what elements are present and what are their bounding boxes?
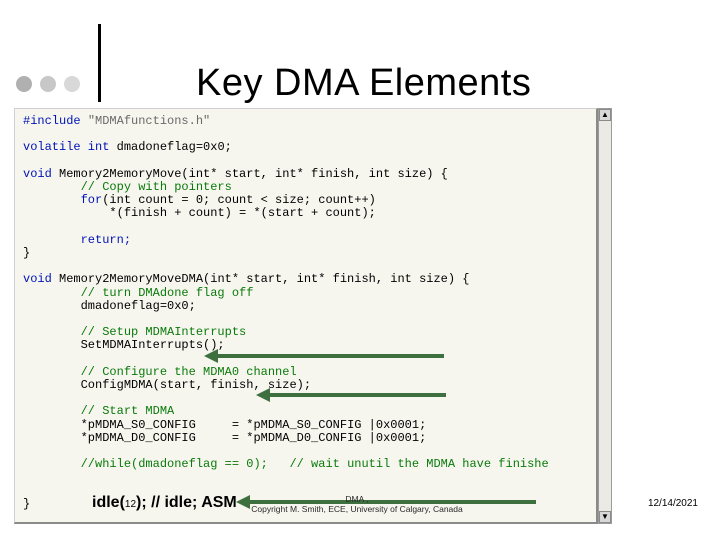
idle-num: 12 (125, 499, 136, 510)
fn2-l5a: *pMDMA_D0_CONFIG (81, 431, 196, 445)
footer-line1: DMA , (192, 494, 522, 504)
footer-line2: Copyright M. Smith, ECE, University of C… (192, 504, 522, 514)
footer-date: 12/14/2021 (648, 498, 698, 509)
comment: // Configure the MDMA0 channel (81, 365, 297, 379)
brace: } (23, 497, 30, 511)
fn2-l4a: *pMDMA_S0_CONFIG (81, 418, 196, 432)
kw-void: void (23, 272, 52, 286)
bullet-dot (64, 76, 80, 92)
comment: // wait unutil the MDMA have finishe (289, 457, 548, 471)
scroll-up-icon[interactable]: ▲ (599, 109, 611, 121)
fn1-body: *(finish + count) = *(start + count); (109, 206, 375, 220)
fn1-sig: Memory2MemoryMove(int* start, int* finis… (52, 167, 448, 181)
fn2-l1: dmadoneflag=0x0; (81, 299, 196, 313)
include-path: "MDMAfunctions.h" (88, 114, 210, 128)
comment: //while(dmadoneflag == 0); (81, 457, 268, 471)
comment: // Start MDMA (81, 404, 175, 418)
kw-volatile: volatile int (23, 140, 109, 154)
fn1-for: (int count = 0; count < size; count++) (102, 193, 376, 207)
comment: // Setup MDMAInterrupts (81, 325, 247, 339)
fn2-l5b: = *pMDMA_D0_CONFIG |0x0001; (232, 431, 426, 445)
code-block: #include "MDMAfunctions.h" volatile int … (23, 115, 588, 511)
fn2-l3: ConfigMDMA(start, finish, size); (81, 378, 311, 392)
scrollbar-vertical[interactable]: ▲ ▼ (598, 108, 612, 524)
vol-rest: dmadoneflag=0x0; (109, 140, 231, 154)
scroll-down-icon[interactable]: ▼ (599, 511, 611, 523)
comment: // turn DMAdone flag off (81, 286, 254, 300)
comment: // Copy with pointers (81, 180, 232, 194)
slide-title: Key DMA Elements (196, 62, 531, 105)
idle-left: idle( (92, 494, 125, 511)
footer-center: DMA , Copyright M. Smith, ECE, Universit… (192, 494, 522, 514)
code-panel: #include "MDMAfunctions.h" volatile int … (14, 108, 598, 524)
fn2-l4b: = *pMDMA_S0_CONFIG |0x0001; (232, 418, 426, 432)
title-bullets (16, 76, 80, 92)
bullet-dot (40, 76, 56, 92)
kw-for: for (81, 193, 103, 207)
kw-include: #include (23, 114, 81, 128)
brace: } (23, 246, 30, 260)
kw-void: void (23, 167, 52, 181)
fn2-sig: Memory2MemoryMoveDMA(int* start, int* fi… (52, 272, 470, 286)
title-row: Key DMA Elements (16, 62, 710, 105)
bullet-dot (16, 76, 32, 92)
kw-return: return; (81, 233, 131, 247)
